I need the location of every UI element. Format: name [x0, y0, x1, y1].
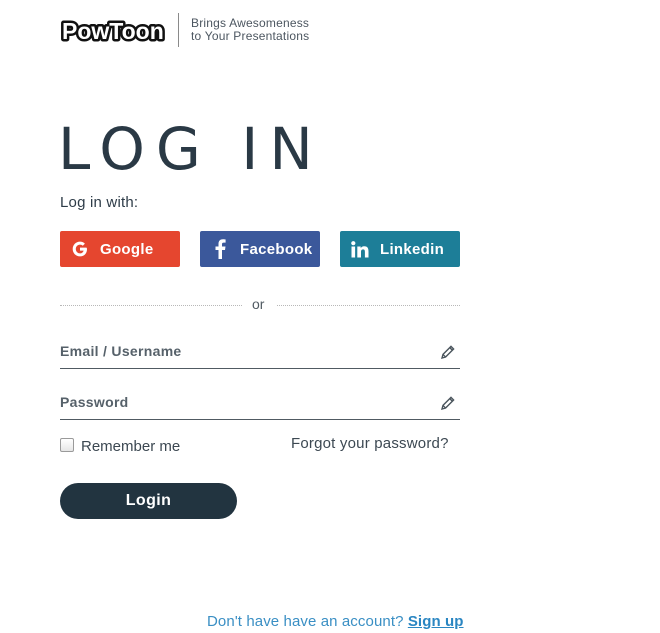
pencil-icon	[440, 345, 455, 360]
password-field-container	[60, 389, 460, 420]
login-with-label: Log in with:	[60, 194, 139, 211]
signup-prompt: Don't have have an account? Sign up	[207, 613, 464, 630]
signup-link[interactable]: Sign up	[408, 613, 464, 630]
brand-tagline: Brings Awesomeness to Your Presentations	[191, 17, 309, 43]
pencil-icon	[440, 396, 455, 411]
social-login-row: Google Facebook Linkedin	[60, 231, 460, 267]
separator-line-right	[277, 305, 460, 306]
password-input[interactable]	[60, 389, 420, 415]
linkedin-login-button[interactable]: Linkedin	[340, 231, 460, 267]
linkedin-icon	[350, 239, 370, 259]
google-login-button[interactable]: Google	[60, 231, 180, 267]
linkedin-login-label: Linkedin	[380, 240, 445, 258]
remember-me[interactable]: Remember me	[60, 434, 180, 455]
email-field-container	[60, 338, 460, 369]
page-title: LOG IN	[58, 115, 324, 183]
facebook-login-label: Facebook	[240, 240, 313, 258]
remember-me-label: Remember me	[81, 438, 181, 455]
brand-divider	[178, 13, 179, 47]
logo-text-fill: PowToon	[62, 18, 164, 44]
powtoon-logo[interactable]: PowToon PowToon	[60, 12, 168, 48]
brand-header: PowToon PowToon Brings Awesomeness to Yo…	[60, 10, 309, 50]
facebook-login-button[interactable]: Facebook	[200, 231, 320, 267]
google-login-label: Google	[100, 240, 154, 258]
facebook-icon	[210, 239, 230, 259]
remember-me-checkbox[interactable]	[60, 437, 74, 452]
google-icon	[70, 239, 90, 259]
forgot-password-link[interactable]: Forgot your password?	[291, 435, 449, 452]
or-separator: or	[60, 296, 460, 314]
email-input[interactable]	[60, 338, 420, 364]
tagline-line-2: to Your Presentations	[191, 29, 310, 43]
signup-prompt-text: Don't have have an account?	[207, 613, 404, 630]
separator-line-left	[60, 305, 242, 306]
separator-text: or	[252, 296, 265, 312]
login-button[interactable]: Login	[60, 483, 237, 519]
